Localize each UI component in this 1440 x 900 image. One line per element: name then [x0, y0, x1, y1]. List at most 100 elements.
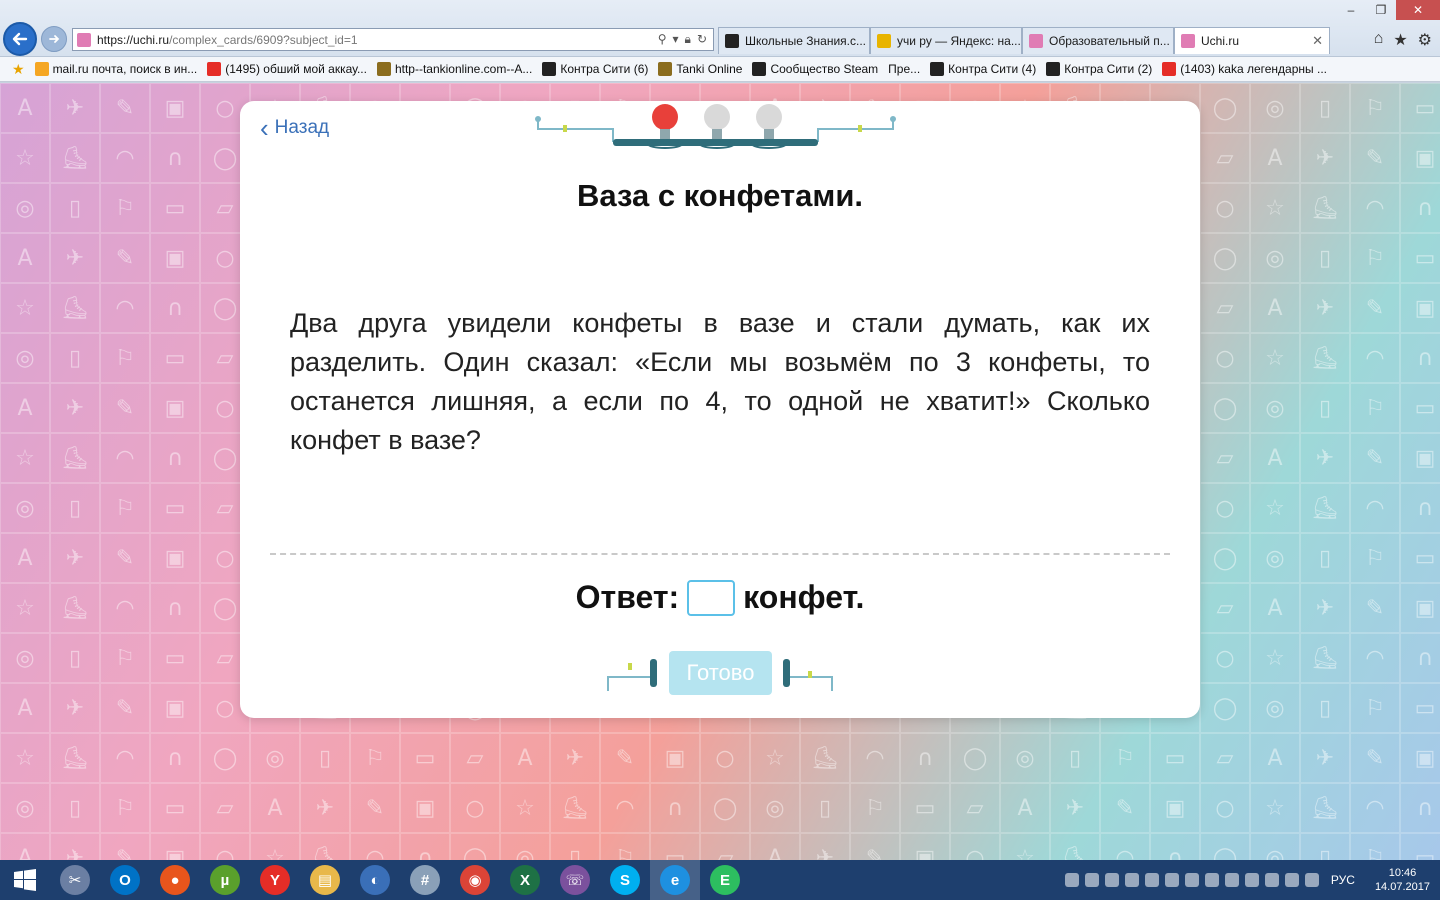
taskbar-app-snipping-tool[interactable]: ✂: [50, 860, 100, 900]
background-tile: ▭: [150, 333, 200, 383]
background-tile: ✎: [1350, 433, 1400, 483]
background-tile: ✈: [50, 233, 100, 283]
settings-icon[interactable]: [1304, 873, 1319, 887]
volume-icon[interactable]: [1264, 873, 1279, 887]
system-tray: РУС 10:46 14.07.2017: [1064, 860, 1440, 900]
background-tile: ∩: [150, 283, 200, 333]
pdf-icon[interactable]: [1244, 873, 1259, 887]
answer-input[interactable]: [687, 579, 736, 616]
tab-close-icon[interactable]: ✕: [1312, 33, 1323, 49]
address-bar[interactable]: https://uchi.ru/complex_cards/6909?subje…: [72, 28, 714, 51]
home-icon[interactable]: ⌂: [1374, 30, 1384, 50]
taskbar-app-skype[interactable]: S: [600, 860, 650, 900]
background-tile: ∩: [150, 133, 200, 183]
favorite-link[interactable]: mail.ru почта, поиск в ин...: [34, 62, 197, 76]
background-tile: ⛸: [1300, 483, 1350, 533]
background-tile: ⛸: [50, 733, 100, 783]
background-tile: ⚐: [100, 183, 150, 233]
tray-icon[interactable]: [1204, 873, 1219, 887]
background-tile: ◎: [1250, 533, 1300, 583]
favorite-link[interactable]: (1495) обший мой аккау...: [207, 62, 367, 76]
background-tile: ▯: [1300, 83, 1350, 133]
taskbar-app-media-player[interactable]: ●: [150, 860, 200, 900]
outlook-icon: O: [110, 865, 140, 895]
favorites-star-icon[interactable]: ★: [1393, 30, 1407, 50]
close-window-button[interactable]: ✕: [1396, 0, 1440, 20]
browser-forward-button[interactable]: [41, 26, 67, 52]
taskbar-app-utorrent[interactable]: µ: [200, 860, 250, 900]
background-tile: ◯: [1200, 83, 1250, 133]
background-tile: ⛸: [1300, 783, 1350, 833]
url-text[interactable]: https://uchi.ru/complex_cards/6909?subje…: [97, 33, 658, 47]
progress-lamps: [535, 104, 896, 149]
background-tile: ✈: [1300, 133, 1350, 183]
taskbar-app-google-earth[interactable]: ◐: [350, 860, 400, 900]
favorite-link[interactable]: Пре...: [888, 62, 920, 76]
restore-button[interactable]: ❐: [1366, 0, 1396, 20]
back-link[interactable]: ‹ Назад: [260, 115, 329, 141]
browser-back-button[interactable]: [3, 22, 37, 56]
favorite-link[interactable]: Контра Сити (6): [542, 62, 648, 76]
taskbar-app-evernote[interactable]: E: [700, 860, 750, 900]
favorite-link[interactable]: (1403) kaka легендарны ...: [1162, 62, 1327, 76]
tray-icon[interactable]: [1084, 873, 1099, 887]
taskbar-app-internet-explorer[interactable]: e: [650, 860, 700, 900]
dropdown-icon[interactable]: ▾: [673, 32, 679, 47]
background-tile: ○: [1200, 183, 1250, 233]
language-indicator[interactable]: РУС: [1331, 873, 1355, 887]
taskbar-app-file-explorer[interactable]: ▤: [300, 860, 350, 900]
background-tile: ☆: [0, 583, 50, 633]
network-icon[interactable]: [1164, 873, 1179, 887]
taskbar-app-excel[interactable]: X: [500, 860, 550, 900]
background-tile: ◠: [100, 733, 150, 783]
background-tile: ▱: [1200, 133, 1250, 183]
background-tile: ∩: [1400, 633, 1440, 683]
favorite-link[interactable]: Сообщество Steam: [752, 62, 878, 76]
taskbar-app-calculator[interactable]: #: [400, 860, 450, 900]
background-tile: ▣: [150, 833, 200, 860]
task-card: ‹ Назад Ваза с конфетами. Два друга увид…: [240, 101, 1200, 718]
lock-icon[interactable]: 🔒︎: [685, 32, 691, 47]
add-favorite-icon[interactable]: ★: [12, 61, 25, 78]
start-button[interactable]: [0, 860, 50, 900]
background-tile: ✈: [1050, 783, 1100, 833]
minimize-button[interactable]: –: [1336, 0, 1366, 20]
search-icon[interactable]: ⚲: [658, 32, 667, 47]
favorite-link[interactable]: Контра Сити (4): [930, 62, 1036, 76]
background-tile: ⚐: [100, 333, 150, 383]
tab-yandex-search[interactable]: учи ру — Яндекс: на...: [870, 27, 1022, 54]
background-tile: ▱: [1200, 433, 1250, 483]
taskbar-app-chrome[interactable]: ◉: [450, 860, 500, 900]
refresh-icon[interactable]: ↻: [697, 32, 707, 47]
background-tile: ○: [950, 833, 1000, 860]
background-tile: ☆: [500, 783, 550, 833]
printer-icon[interactable]: [1224, 873, 1239, 887]
taskbar-app-yandex-browser[interactable]: Y: [250, 860, 300, 900]
settings-gear-icon[interactable]: ⚙: [1418, 30, 1432, 50]
background-tile: ✎: [1100, 783, 1150, 833]
background-tile: ▭: [900, 783, 950, 833]
background-tile: ☆: [0, 433, 50, 483]
background-tile: ◯: [1200, 683, 1250, 733]
tab-uchi-ru[interactable]: Uchi.ru ✕: [1174, 27, 1330, 54]
background-tile: ✎: [100, 233, 150, 283]
tab-shkolnye-znaniya[interactable]: Школьные Знания.с...: [718, 27, 870, 54]
done-button[interactable]: Готово: [669, 651, 772, 695]
tray-icon[interactable]: [1144, 873, 1159, 887]
tab-obrazovatelny[interactable]: Образовательный п...: [1022, 27, 1174, 54]
favorite-link[interactable]: Tanki Online: [658, 62, 742, 76]
background-tile: ◠: [1350, 783, 1400, 833]
background-tile: ◎: [500, 833, 550, 860]
background-tile: ◎: [1250, 683, 1300, 733]
clock[interactable]: 10:46 14.07.2017: [1375, 866, 1430, 894]
favorite-link[interactable]: Контра Сити (2): [1046, 62, 1152, 76]
taskbar-app-outlook[interactable]: O: [100, 860, 150, 900]
background-tile: ▭: [1400, 683, 1440, 733]
favorite-link[interactable]: http--tankionline.com--A...: [376, 62, 532, 76]
taskbar-app-viber[interactable]: ☏: [550, 860, 600, 900]
tray-icon[interactable]: [1284, 873, 1299, 887]
tray-icon[interactable]: [1064, 873, 1079, 887]
tray-icon[interactable]: [1184, 873, 1199, 887]
cloud-icon[interactable]: [1124, 873, 1139, 887]
viber-tray-icon[interactable]: [1104, 873, 1119, 887]
